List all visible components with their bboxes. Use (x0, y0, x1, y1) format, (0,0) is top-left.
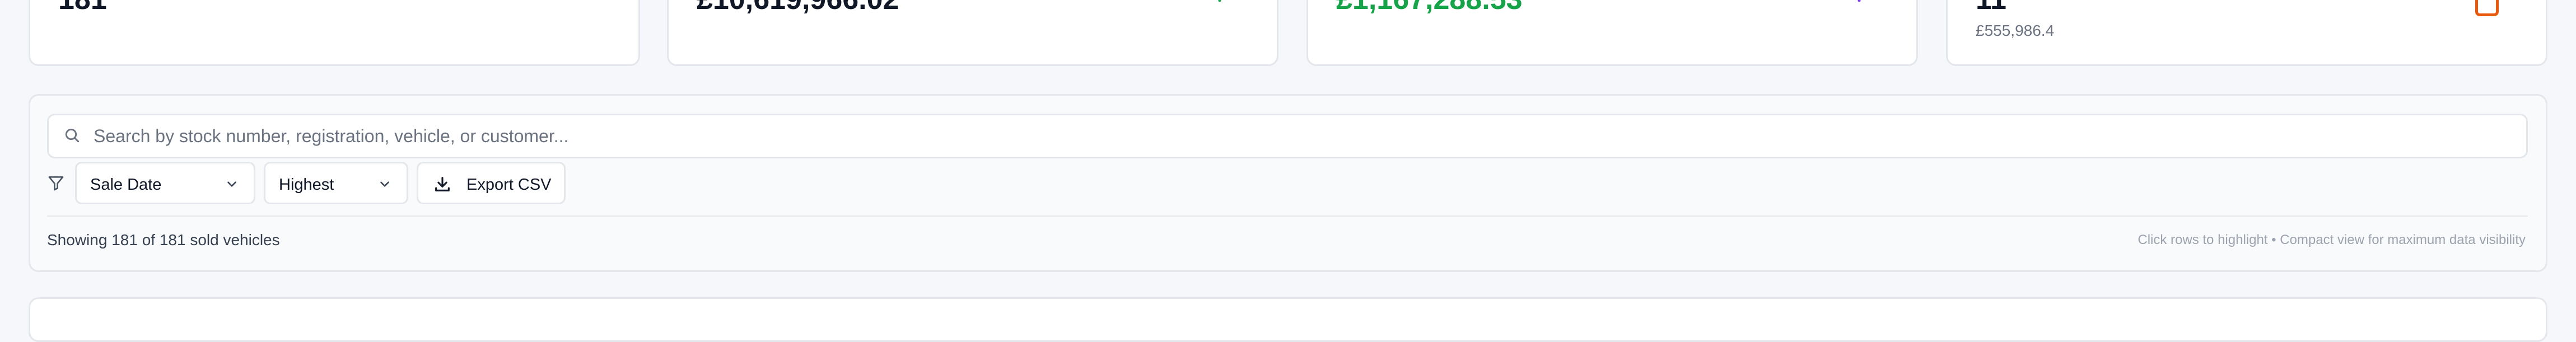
vehicles-table-card (29, 297, 2547, 342)
sort-order-value: Highest (279, 176, 334, 194)
export-csv-label: Export CSV (466, 176, 552, 194)
search-input[interactable] (94, 115, 2502, 157)
sort-order-select[interactable]: Highest (264, 162, 408, 204)
stat-card-stock: 11 £555,986.4 (1946, 0, 2547, 66)
chevron-down-icon (227, 181, 236, 187)
search-icon (65, 128, 80, 143)
stat-card-profit: £1,167,288.53 (1306, 0, 1918, 66)
stat-value: £1,167,288.53 (1336, 0, 1523, 14)
trend-up-icon (1213, 0, 1226, 11)
divider (47, 215, 2528, 217)
results-suffix: sold vehicles (190, 231, 280, 249)
results-of: of (142, 231, 156, 249)
stat-value: 181 (58, 0, 107, 14)
chevron-down-icon (380, 181, 389, 187)
filter-icon (48, 176, 64, 191)
filter-panel: Sale Date Highest Export CSV Showing 181… (29, 94, 2547, 272)
stat-value: 11 (1976, 0, 2006, 14)
stats-row: 181 £10,619,966.02 £1,167,288.53 11 £555… (29, 0, 2547, 66)
results-total: 181 (159, 231, 186, 249)
stat-card-revenue: £10,619,966.02 (667, 0, 1278, 66)
results-shown: 181 (111, 231, 138, 249)
sort-field-value: Sale Date (90, 176, 162, 194)
results-count: Showing 181 of 181 sold vehicles (47, 231, 280, 249)
box-icon (2475, 0, 2499, 16)
stat-value: £10,619,966.02 (697, 0, 899, 14)
sort-field-select[interactable]: Sale Date (75, 162, 255, 204)
download-icon (435, 177, 450, 191)
stat-subvalue: £555,986.4 (1976, 22, 2055, 39)
stat-card-total-sold: 181 (29, 0, 640, 66)
results-hint: Click rows to highlight • Compact view f… (2138, 232, 2526, 247)
results-prefix: Showing (47, 231, 108, 249)
export-csv-button[interactable]: Export CSV (417, 162, 566, 204)
trend-up-icon (1852, 0, 1866, 11)
search-box[interactable] (47, 114, 2528, 158)
